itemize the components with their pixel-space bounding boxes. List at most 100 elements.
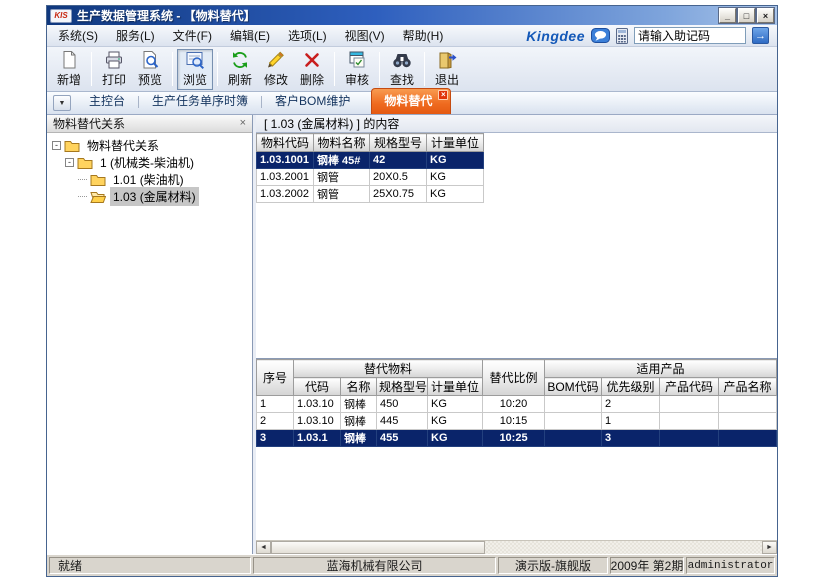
grid-cell[interactable]: KG	[427, 186, 484, 203]
exit-button[interactable]: 退出	[429, 49, 465, 90]
grid-cell[interactable]: 1	[602, 413, 660, 430]
grid-cell[interactable]	[719, 430, 777, 447]
grid-cell[interactable]: 42	[370, 152, 427, 169]
grid-cell[interactable]: 1.03.10	[294, 396, 341, 413]
grid-cell[interactable]: 10:15	[483, 413, 545, 430]
scrollbar-thumb[interactable]	[271, 541, 485, 554]
tab-main-console[interactable]: 主控台	[76, 88, 138, 114]
print-button[interactable]: 打印	[96, 49, 132, 90]
modify-button[interactable]: 修改	[258, 49, 294, 90]
preview-button[interactable]: 预览	[132, 49, 168, 90]
grid-cell[interactable]: 钢管	[314, 169, 370, 186]
grid-cell[interactable]: 1.03.2001	[257, 169, 314, 186]
grid-cell[interactable]: 1.03.10	[294, 413, 341, 430]
menu-item-system[interactable]: 系统(S)	[49, 24, 107, 47]
new-button[interactable]: 新增	[51, 49, 87, 90]
grid-cell[interactable]: 2	[602, 396, 660, 413]
tree-panel-close-icon[interactable]: ×	[240, 118, 246, 129]
content-panel: [ 1.03 (金属材料) ] 的内容 物料代码 物料名称 规格型号 计量单位	[256, 115, 777, 554]
collapse-icon[interactable]: -	[52, 141, 61, 150]
grid-cell[interactable]	[719, 413, 777, 430]
grid-cell[interactable]	[660, 396, 719, 413]
column-header: 名称	[341, 378, 377, 396]
collapse-icon[interactable]: -	[65, 158, 74, 167]
toolbar-label: 退出	[435, 71, 459, 88]
table-row[interactable]: 1.03.2002 钢管 25X0.75 KG	[257, 186, 484, 203]
horizontal-scrollbar[interactable]: ◄ ►	[256, 540, 777, 554]
grid-cell[interactable]: 1.03.2002	[257, 186, 314, 203]
maximize-button[interactable]: □	[738, 8, 755, 23]
grid-cell[interactable]: 钢棒	[341, 396, 377, 413]
grid-cell[interactable]	[545, 396, 602, 413]
scroll-left-icon[interactable]: ◄	[256, 541, 271, 554]
table-row[interactable]: 2 1.03.10 钢棒 445 KG 10:15 1	[257, 413, 777, 430]
open-folder-icon	[90, 190, 106, 203]
app-window: KIS 生产数据管理系统 - 【物料替代】 _ □ × 系统(S) 服务(L) …	[46, 5, 778, 577]
grid-cell[interactable]: KG	[428, 396, 483, 413]
mnemonic-input[interactable]	[634, 27, 746, 44]
grid-cell[interactable]	[545, 430, 602, 447]
tree-node-root[interactable]: - 物料替代关系	[52, 137, 250, 154]
table-header-row: 物料代码 物料名称 规格型号 计量单位	[257, 134, 484, 152]
browse-button[interactable]: 浏览	[177, 49, 213, 90]
grid-cell[interactable]	[660, 413, 719, 430]
grid-cell[interactable]: 3	[602, 430, 660, 447]
tab-dropdown-button[interactable]: ▼	[53, 95, 71, 111]
menu-item-view[interactable]: 视图(V)	[336, 24, 394, 47]
go-button[interactable]: →	[752, 27, 769, 44]
grid-cell[interactable]: 钢管	[314, 186, 370, 203]
column-header: 计量单位	[427, 134, 484, 152]
find-button[interactable]: 查找	[384, 49, 420, 90]
table-row[interactable]: 1.03.2001 钢管 20X0.5 KG	[257, 169, 484, 186]
calculator-icon[interactable]	[616, 28, 628, 44]
close-button[interactable]: ×	[757, 8, 774, 23]
grid-cell[interactable]: KG	[427, 152, 484, 169]
kingdee-logo: Kingdee	[526, 28, 585, 44]
grid-cell[interactable]: 钢棒	[341, 430, 377, 447]
grid-cell[interactable]: KG	[428, 413, 483, 430]
scroll-right-icon[interactable]: ►	[762, 541, 777, 554]
grid-cell[interactable]: 3	[257, 430, 294, 447]
grid-cell[interactable]: 445	[377, 413, 428, 430]
tree-node-metal-selected[interactable]: 1.03 (金属材料)	[78, 188, 250, 205]
grid-cell[interactable]: 450	[377, 396, 428, 413]
grid-cell[interactable]: 25X0.75	[370, 186, 427, 203]
tab-production-task-list[interactable]: 生产任务单序时簿	[139, 88, 261, 114]
tree-connector	[78, 196, 87, 197]
messenger-icon[interactable]	[591, 28, 610, 44]
grid-cell[interactable]: 20X0.5	[370, 169, 427, 186]
grid-cell[interactable]: 1	[257, 396, 294, 413]
grid-cell[interactable]	[719, 396, 777, 413]
table-row-selected[interactable]: 1.03.1001 钢棒 45# 42 KG	[257, 152, 484, 169]
tree-node-machinery[interactable]: - 1 (机械类-柴油机)	[65, 154, 250, 171]
grid-cell[interactable]	[660, 430, 719, 447]
menu-item-edit[interactable]: 编辑(E)	[221, 24, 279, 47]
table-row-selected[interactable]: 3 1.03.1 钢棒 455 KG 10:25 3	[257, 430, 777, 447]
tab-customer-bom[interactable]: 客户BOM维护	[262, 88, 363, 114]
grid-cell[interactable]: 10:25	[483, 430, 545, 447]
grid-cell[interactable]: 2	[257, 413, 294, 430]
menu-item-file[interactable]: 文件(F)	[164, 24, 221, 47]
group-header: 适用产品	[545, 360, 777, 378]
grid-cell[interactable]: 455	[377, 430, 428, 447]
grid-cell[interactable]: KG	[427, 169, 484, 186]
grid-cell[interactable]: 10:20	[483, 396, 545, 413]
refresh-button[interactable]: 刷新	[222, 49, 258, 90]
grid-cell[interactable]: 钢棒 45#	[314, 152, 370, 169]
menu-item-options[interactable]: 选项(L)	[279, 24, 336, 47]
materials-section: 物料代码 物料名称 规格型号 计量单位 1.03.1001 钢棒 45# 42 …	[256, 133, 777, 358]
tab-close-icon[interactable]: ×	[438, 90, 448, 100]
minimize-button[interactable]: _	[719, 8, 736, 23]
tab-material-substitution-active[interactable]: 物料替代 ×	[371, 88, 451, 114]
grid-cell[interactable]	[545, 413, 602, 430]
delete-button[interactable]: 删除	[294, 49, 330, 90]
table-row[interactable]: 1 1.03.10 钢棒 450 KG 10:20 2	[257, 396, 777, 413]
grid-cell[interactable]: 1.03.1	[294, 430, 341, 447]
menu-item-help[interactable]: 帮助(H)	[394, 24, 453, 47]
tree-node-diesel[interactable]: 1.01 (柴油机)	[78, 171, 250, 188]
grid-cell[interactable]: 1.03.1001	[257, 152, 314, 169]
menu-item-service[interactable]: 服务(L)	[107, 24, 164, 47]
audit-button[interactable]: 审核	[339, 49, 375, 90]
grid-cell[interactable]: 钢棒	[341, 413, 377, 430]
grid-cell[interactable]: KG	[428, 430, 483, 447]
